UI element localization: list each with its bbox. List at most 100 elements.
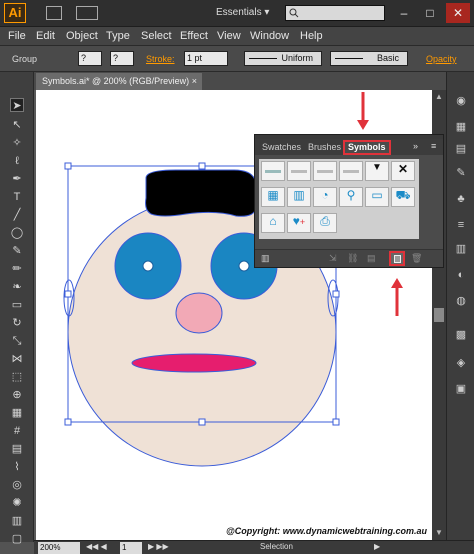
maximize-button[interactable]: □ — [418, 3, 442, 23]
artboard-next-icon[interactable]: ▶ ▶▶ — [148, 542, 169, 551]
menu-view[interactable]: View — [217, 30, 241, 42]
new-symbol-button[interactable] — [389, 251, 405, 266]
color-panel-icon[interactable]: ◉ — [454, 94, 468, 108]
paintbrush-tool-icon[interactable]: ✎ — [10, 244, 24, 258]
symbol-bar-1[interactable] — [261, 161, 285, 181]
symbol-home-icon[interactable]: ⌂ — [261, 213, 285, 233]
mesh-tool-icon[interactable]: # — [10, 424, 24, 438]
break-link-icon[interactable]: ⛓ — [347, 253, 358, 264]
opacity-label[interactable]: Opacity — [426, 54, 457, 64]
symbol-libraries-icon[interactable]: ▥ — [261, 253, 270, 264]
symbol-magnifier-icon[interactable]: ⚲ — [339, 187, 363, 207]
panel-menu-icon[interactable]: ≡ — [431, 141, 436, 151]
line-tool-icon[interactable]: ╱ — [10, 208, 24, 222]
tab-swatches[interactable]: Swatches — [259, 140, 304, 155]
lasso-tool-icon[interactable]: ℓ — [10, 154, 24, 168]
graphic-styles-icon[interactable]: ▩ — [454, 328, 468, 342]
brushes-panel-icon[interactable]: ✎ — [454, 166, 468, 180]
direct-selection-tool-icon[interactable]: ↖ — [10, 118, 24, 132]
stroke-weight-field[interactable]: 1 pt — [184, 51, 228, 66]
menu-type[interactable]: Type — [106, 30, 130, 42]
menu-select[interactable]: Select — [141, 30, 172, 42]
symbol-dropdown-arrow[interactable]: ▼ — [365, 161, 389, 181]
menu-help[interactable]: Help — [300, 30, 323, 42]
menu-edit[interactable]: Edit — [36, 30, 55, 42]
nose-shape[interactable] — [175, 292, 223, 334]
color-guide-icon[interactable]: ▦ — [454, 120, 468, 134]
close-tab-icon[interactable]: × — [192, 73, 197, 90]
width-tool-icon[interactable]: ⋈ — [10, 352, 24, 366]
status-bar: 200% ◀◀ ◀ 1 ▶ ▶▶ Selection ▶ — [34, 540, 474, 554]
symbol-sprayer-tool-icon[interactable]: ✺ — [10, 496, 24, 510]
stroke-panel-icon[interactable]: ≡ — [454, 218, 468, 232]
artboard-number-field[interactable]: 1 — [120, 542, 142, 554]
workspace-switcher[interactable]: Essentials ▾ — [216, 7, 269, 18]
blob-brush-tool-icon[interactable]: ❧ — [10, 280, 24, 294]
transparency-panel-icon[interactable]: ◐ — [454, 268, 468, 282]
tab-symbols[interactable]: Symbols — [343, 140, 391, 155]
mouth-shape[interactable] — [131, 353, 257, 373]
brush-definition[interactable]: Basic — [330, 51, 408, 66]
shape-builder-tool-icon[interactable]: ⊕ — [10, 388, 24, 402]
zoom-field[interactable]: 200% — [38, 542, 80, 554]
place-symbol-icon[interactable]: ⇲ — [329, 253, 337, 264]
scroll-thumb[interactable] — [434, 308, 444, 322]
minimize-button[interactable]: – — [392, 3, 416, 23]
stroke-label[interactable]: Stroke: — [146, 54, 175, 64]
fill-swatch[interactable]: ? — [78, 51, 102, 66]
eraser-tool-icon[interactable]: ▭ — [10, 298, 24, 312]
symbol-close-x[interactable]: ✕ — [391, 161, 415, 181]
symbol-bar-4[interactable] — [339, 161, 363, 181]
collapse-icon[interactable]: » — [413, 141, 418, 151]
menu-object[interactable]: Object — [66, 30, 98, 42]
layers-panel-icon[interactable]: ◈ — [454, 356, 468, 370]
stroke-swatch[interactable]: ? — [110, 51, 134, 66]
symbol-credit-card-icon[interactable]: ▭ — [365, 187, 389, 207]
scale-tool-icon[interactable]: ⤡ — [10, 334, 24, 348]
gradient-panel-icon[interactable]: ▥ — [454, 242, 468, 256]
symbols-panel-icon[interactable]: ♣ — [454, 192, 468, 206]
ellipse-tool-icon[interactable]: ◯ — [10, 226, 24, 240]
symbol-bar-2[interactable] — [287, 161, 311, 181]
pencil-tool-icon[interactable]: ✏ — [10, 262, 24, 276]
column-graph-tool-icon[interactable]: ▥ — [10, 514, 24, 528]
tab-brushes[interactable]: Brushes — [305, 140, 344, 155]
close-button[interactable]: ✕ — [446, 3, 470, 23]
appearance-panel-icon[interactable]: ◍ — [454, 294, 468, 308]
scroll-up-icon[interactable]: ▲ — [434, 92, 444, 102]
symbol-film-strip-icon[interactable]: ▥ — [287, 187, 311, 207]
type-tool-icon[interactable]: T — [10, 190, 24, 204]
gradient-tool-icon[interactable]: ▤ — [10, 442, 24, 456]
swatches-panel-icon[interactable]: ▤ — [454, 142, 468, 156]
status-menu-icon[interactable]: ▶ — [374, 542, 380, 551]
menu-window[interactable]: Window — [250, 30, 289, 42]
delete-symbol-icon[interactable]: 🗑 — [411, 253, 422, 264]
magic-wand-tool-icon[interactable]: ✧ — [10, 136, 24, 150]
search-input[interactable] — [285, 5, 385, 21]
selection-tool-icon[interactable]: ➤ — [10, 98, 24, 112]
arrange-documents-icon[interactable] — [76, 6, 98, 20]
artboard-tool-icon[interactable]: ▢ — [10, 532, 24, 546]
document-tab[interactable]: Symbols.ai* @ 200% (RGB/Preview) × — [36, 73, 202, 90]
bridge-icon[interactable] — [46, 6, 62, 20]
rotate-tool-icon[interactable]: ↻ — [10, 316, 24, 330]
symbol-heart-plus-icon[interactable]: ♥+ — [287, 213, 311, 233]
symbol-printer-icon[interactable]: ⎙ — [313, 213, 337, 233]
menu-effect[interactable]: Effect — [180, 30, 208, 42]
symbol-rss-icon[interactable]: ◔ — [313, 187, 337, 207]
symbol-bar-3[interactable] — [313, 161, 337, 181]
blend-tool-icon[interactable]: ◎ — [10, 478, 24, 492]
variable-width-profile[interactable]: Uniform — [244, 51, 322, 66]
menu-file[interactable]: File — [8, 30, 26, 42]
free-transform-tool-icon[interactable]: ⬚ — [10, 370, 24, 384]
artboards-panel-icon[interactable]: ▣ — [454, 382, 468, 396]
artboard-prev-icon[interactable]: ◀◀ ◀ — [86, 542, 107, 551]
perspective-grid-tool-icon[interactable]: ▦ — [10, 406, 24, 420]
eyedropper-tool-icon[interactable]: ⌇ — [10, 460, 24, 474]
symbol-cart-icon[interactable]: ⛟ — [391, 187, 415, 207]
symbol-options-icon[interactable]: ▤ — [367, 253, 376, 264]
scroll-down-icon[interactable]: ▼ — [434, 528, 444, 538]
hair-shape[interactable] — [145, 169, 257, 217]
pen-tool-icon[interactable]: ✒ — [10, 172, 24, 186]
symbol-calendar-icon[interactable]: ▦ — [261, 187, 285, 207]
